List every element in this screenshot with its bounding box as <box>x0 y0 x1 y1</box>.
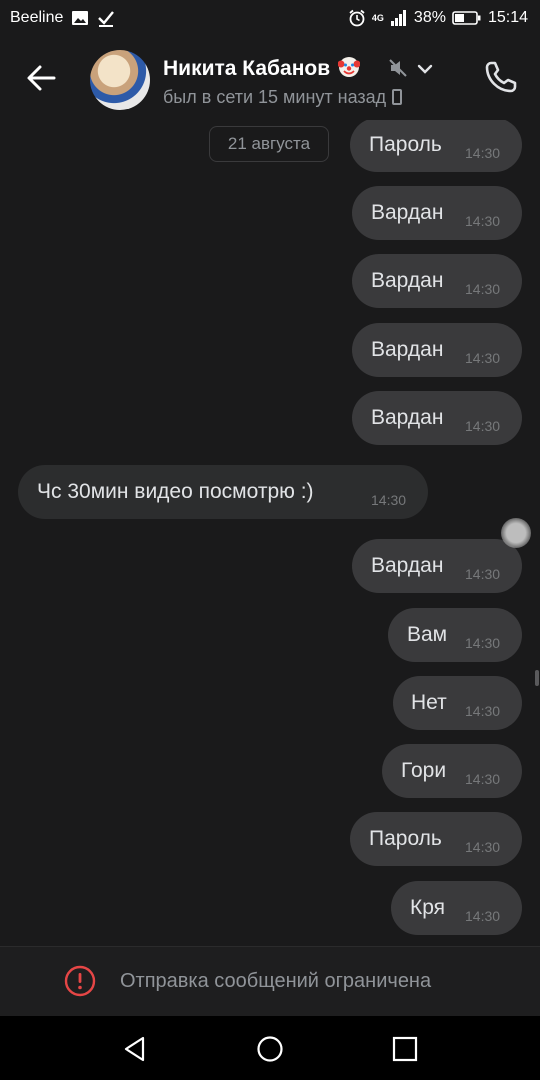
message-text: Нет <box>411 691 447 714</box>
message-bubble[interactable]: Кря 14:30 <box>391 881 522 935</box>
message-bubble[interactable]: Вам 14:30 <box>388 608 522 662</box>
restriction-text: Отправка сообщений ограничена <box>120 970 432 992</box>
clown-emoji-icon <box>337 57 360 77</box>
checkmark-icon <box>98 11 115 27</box>
message-bubble-incoming[interactable]: Чс 30мин видео посмотрю :) 14:30 <box>18 465 428 519</box>
message-time: 14:30 <box>465 213 501 229</box>
chevron-down-icon[interactable] <box>416 62 434 76</box>
contact-status: был в сети 15 минут назад <box>163 87 403 108</box>
message-bubble[interactable]: Вардан 14:30 <box>352 186 522 240</box>
image-icon <box>72 11 89 25</box>
message-time: 14:30 <box>465 771 501 787</box>
chat-header: Никита Кабанов был в сети 15 минут назад <box>0 36 540 120</box>
message-bubble[interactable]: Вардан 14:30 <box>352 323 522 377</box>
carrier-label: Beeline <box>10 9 64 26</box>
nav-recents-icon[interactable] <box>390 1034 420 1064</box>
message-text: Пароль <box>369 827 442 850</box>
mobile-device-icon <box>392 89 403 105</box>
system-navigation-bar <box>0 1016 540 1080</box>
last-seen-text: был в сети 15 минут назад <box>163 87 387 107</box>
message-time: 14:30 <box>465 908 501 924</box>
status-bar: Beeline 4G 38% 15:14 <box>0 0 540 36</box>
warning-icon <box>64 965 96 997</box>
message-bubble[interactable]: Нет 14:30 <box>393 676 522 730</box>
message-time: 14:30 <box>465 635 501 651</box>
nav-home-icon[interactable] <box>255 1034 285 1064</box>
message-bubble[interactable]: Вардан 14:30 <box>352 539 522 593</box>
scrollbar[interactable] <box>535 670 539 686</box>
message-time: 14:30 <box>465 145 501 161</box>
message-text: Чс 30мин видео посмотрю :) <box>37 480 314 503</box>
scroll-to-bottom-indicator[interactable] <box>501 518 531 548</box>
message-text: Вам <box>407 623 448 646</box>
message-bubble[interactable]: Пароль 14:30 <box>350 812 522 866</box>
message-text: Вардан <box>371 269 444 292</box>
battery-percent: 38% <box>413 9 446 26</box>
phone-call-icon[interactable] <box>482 58 520 96</box>
message-bubble[interactable]: Вардан 14:30 <box>352 391 522 445</box>
message-text: Вардан <box>371 338 444 361</box>
message-time: 14:30 <box>465 418 501 434</box>
message-time: 14:30 <box>465 566 501 582</box>
back-arrow-icon[interactable] <box>22 58 62 98</box>
message-text: Вардан <box>371 554 444 577</box>
message-bubble[interactable]: Пароль 14:30 <box>350 120 522 172</box>
mute-icon <box>389 59 407 77</box>
message-list[interactable]: 21 августа Пароль 14:30 Вардан 14:30 Вар… <box>0 120 540 946</box>
contact-name-text: Никита Кабанов <box>163 57 331 80</box>
battery-icon <box>452 11 481 25</box>
message-bubble[interactable]: Вардан 14:30 <box>352 254 522 308</box>
restriction-banner: Отправка сообщений ограничена <box>0 946 540 1016</box>
signal-icon <box>390 10 406 26</box>
message-text: Вардан <box>371 201 444 224</box>
alarm-icon <box>349 9 365 27</box>
date-chip: 21 августа <box>209 126 329 162</box>
message-time: 14:30 <box>371 492 407 508</box>
message-bubble[interactable]: Гори 14:30 <box>382 744 522 798</box>
message-text: Вардан <box>371 406 444 429</box>
message-time: 14:30 <box>465 703 501 719</box>
message-time: 14:30 <box>465 281 501 297</box>
message-text: Пароль <box>369 133 442 156</box>
message-time: 14:30 <box>465 350 501 366</box>
message-text: Кря <box>410 896 446 919</box>
network-type-label: 4G <box>371 13 384 23</box>
clock: 15:14 <box>487 9 528 26</box>
contact-name[interactable]: Никита Кабанов <box>163 56 360 81</box>
message-time: 14:30 <box>465 839 501 855</box>
avatar[interactable] <box>90 50 150 110</box>
nav-back-icon[interactable] <box>120 1034 150 1064</box>
message-text: Гори <box>401 759 447 782</box>
